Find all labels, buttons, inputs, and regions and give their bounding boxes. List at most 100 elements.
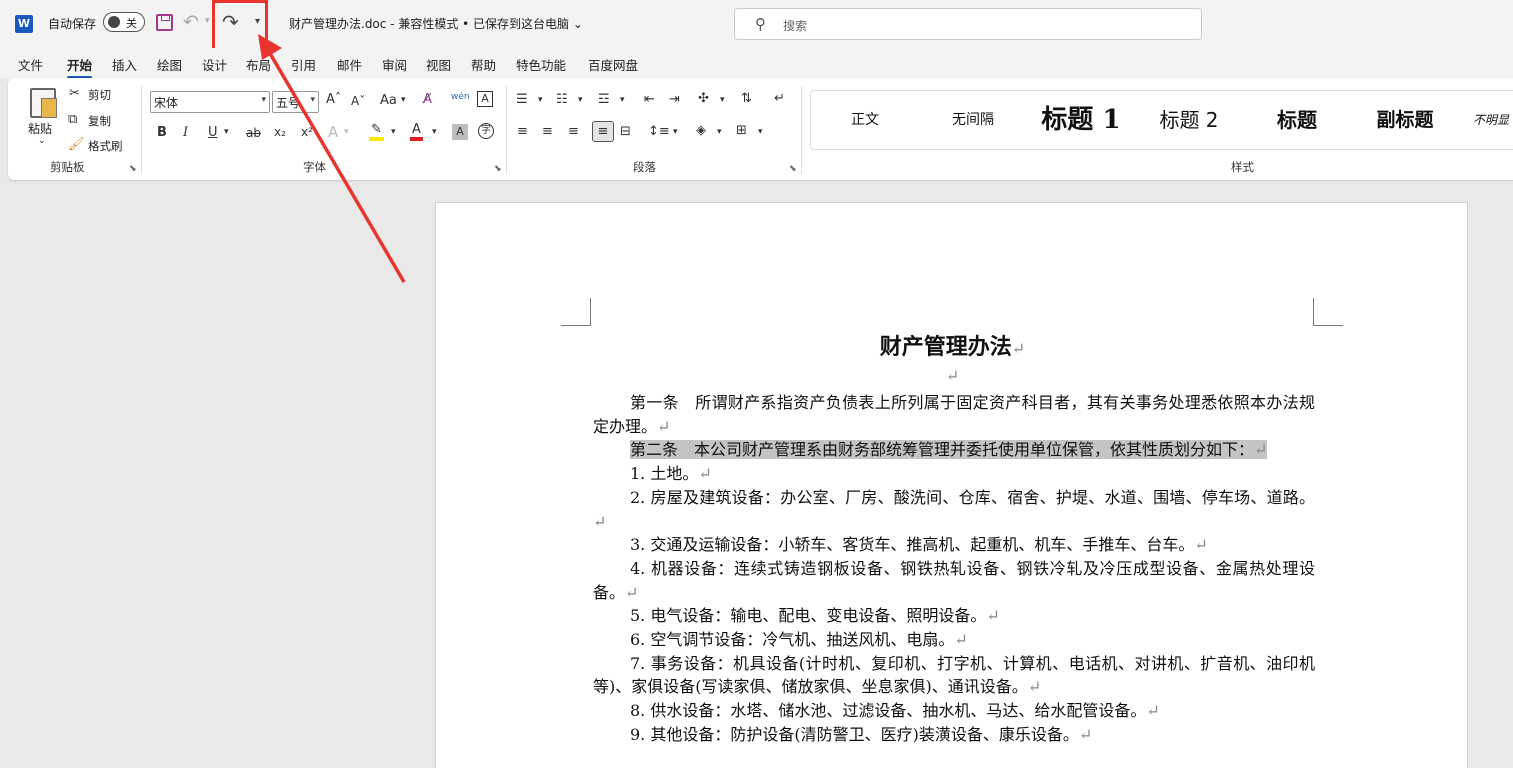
list-item[interactable]: 7. 事务设备：机具设备(计时机、复印机、打字机、计算机、电话机、对讲机、扩音机… xyxy=(593,652,1315,699)
chevron-down-icon[interactable]: ▾ xyxy=(758,127,763,137)
bullets-icon[interactable]: ☰ xyxy=(516,92,528,107)
grow-font-icon[interactable]: Aˆ xyxy=(326,92,341,107)
style-normal[interactable]: 正文 xyxy=(811,91,919,149)
tab-references[interactable]: 引用 xyxy=(291,55,316,74)
tab-insert[interactable]: 插入 xyxy=(112,55,137,74)
tab-home[interactable]: 开始 xyxy=(67,55,93,79)
line-spacing-icon[interactable]: ↕≡ xyxy=(648,124,670,139)
chevron-down-icon[interactable]: ▾ xyxy=(344,127,349,137)
show-marks-icon[interactable]: ↵ xyxy=(774,91,785,106)
borders-icon[interactable]: ⊞ xyxy=(736,123,747,138)
list-item[interactable]: 9. 其他设备：防护设备(清防警卫、医疗)装潢设备、康乐设备。↵ xyxy=(593,723,1315,747)
highlight-color-icon[interactable]: ✎ xyxy=(369,122,384,141)
tab-design[interactable]: 设计 xyxy=(202,55,227,74)
autosave-toggle[interactable]: 关 xyxy=(103,12,145,32)
chevron-down-icon[interactable]: ▾ xyxy=(538,95,543,105)
copy-icon[interactable]: ⧉ xyxy=(68,112,77,127)
chevron-down-icon[interactable]: ▾ xyxy=(720,95,725,105)
tab-review[interactable]: 审阅 xyxy=(382,55,407,74)
paragraph[interactable]: 第一条 所谓财产系指资产负债表上所列属于固定资产科目者，其有关事务处理悉依照本办… xyxy=(593,391,1315,438)
decrease-indent-icon[interactable]: ⇤ xyxy=(644,92,655,107)
paragraph-launcher-icon[interactable]: ⬊ xyxy=(789,164,797,174)
asian-layout-icon[interactable]: ✣ xyxy=(698,91,709,106)
character-border-icon[interactable]: A xyxy=(477,91,493,107)
numbering-icon[interactable]: ☷ xyxy=(556,92,568,107)
list-item[interactable]: 2. 房屋及建筑设备：办公室、厂房、酸洗间、仓库、宿舍、护堤、水道、围墙、停车场… xyxy=(593,486,1315,533)
chevron-down-icon[interactable]: ▾ xyxy=(432,127,437,137)
character-shading-icon[interactable]: A xyxy=(452,124,468,140)
font-name-select[interactable]: 宋体 ▾ xyxy=(150,91,270,113)
format-painter-icon[interactable]: 🖌 xyxy=(68,137,85,152)
tab-view[interactable]: 视图 xyxy=(426,55,451,74)
font-color-icon[interactable]: A xyxy=(410,122,423,141)
clipboard-launcher-icon[interactable]: ⬊ xyxy=(129,164,137,174)
paste-dropdown-icon[interactable]: ⌄ xyxy=(38,136,46,146)
style-no-spacing[interactable]: 无间隔 xyxy=(919,91,1027,149)
shading-icon[interactable]: ◈ xyxy=(696,123,706,138)
shrink-font-icon[interactable]: Aˇ xyxy=(351,94,365,108)
bold-icon[interactable]: B xyxy=(157,125,167,140)
tab-draw[interactable]: 绘图 xyxy=(157,55,182,74)
list-item[interactable]: 6. 空气调节设备：冷气机、抽送风机、电扇。↵ xyxy=(593,628,1315,652)
font-launcher-icon[interactable]: ⬊ xyxy=(494,164,502,174)
undo-icon[interactable]: ↶ xyxy=(183,11,199,33)
justify-icon[interactable]: ≡ xyxy=(592,121,614,142)
cut-icon[interactable]: ✂ xyxy=(69,86,80,101)
list-item[interactable]: 3. 交通及运输设备：小轿车、客货车、推高机、起重机、机车、手推车、台车。↵ xyxy=(593,533,1315,557)
multilevel-list-icon[interactable]: ☲ xyxy=(598,92,610,107)
tab-layout[interactable]: 布局 xyxy=(246,55,271,74)
style-heading-1[interactable]: 标题 1 xyxy=(1027,91,1135,149)
align-center-icon[interactable]: ≡ xyxy=(542,124,553,139)
tab-mailings[interactable]: 邮件 xyxy=(337,55,362,74)
format-painter-button[interactable]: 格式刷 xyxy=(88,138,123,154)
copy-button[interactable]: 复制 xyxy=(88,113,111,129)
chevron-down-icon[interactable]: ▾ xyxy=(224,127,229,137)
list-item[interactable]: 4. 机器设备：连续式铸造钢板设备、钢铁热轧设备、钢铁冷轧及冷压成型设备、金属热… xyxy=(593,557,1315,604)
document-heading[interactable]: 财产管理办法↵ ↵ xyxy=(436,329,1469,387)
enclose-characters-icon[interactable]: 字 xyxy=(478,123,494,139)
chevron-down-icon[interactable]: ▾ xyxy=(620,95,625,105)
document-title[interactable]: 财产管理办法.doc - 兼容性模式 • 已保存到这台电脑 ⌄ xyxy=(289,15,583,32)
chevron-down-icon[interactable]: ▾ xyxy=(401,95,406,105)
align-left-icon[interactable]: ≡ xyxy=(517,124,528,139)
sort-icon[interactable]: ⇅ xyxy=(741,91,752,106)
font-size-select[interactable]: 五号 ▾ xyxy=(272,91,319,113)
style-subtle-emphasis[interactable]: 不明显 xyxy=(1473,91,1513,149)
cut-button[interactable]: 剪切 xyxy=(88,87,111,103)
paste-button[interactable]: 粘贴 xyxy=(28,120,52,137)
underline-icon[interactable]: U xyxy=(208,125,218,140)
style-title[interactable]: 标题 xyxy=(1243,91,1351,149)
paragraph-highlighted[interactable]: 第二条 本公司财产管理系由财务部统筹管理并委托使用单位保管，依其性质划分如下：↵ xyxy=(593,438,1315,462)
chevron-down-icon[interactable]: ▾ xyxy=(578,95,583,105)
chevron-down-icon[interactable]: ▾ xyxy=(673,127,678,137)
tab-features[interactable]: 特色功能 xyxy=(516,55,566,74)
clear-formatting-icon[interactable]: A̸ xyxy=(423,92,432,107)
align-right-icon[interactable]: ≡ xyxy=(568,124,579,139)
list-item[interactable]: 1. 土地。↵ xyxy=(593,462,1315,486)
paste-icon[interactable] xyxy=(30,88,57,118)
subscript-icon[interactable]: x₂ xyxy=(274,125,286,139)
style-heading-2[interactable]: 标题 2 xyxy=(1135,91,1243,149)
change-case-icon[interactable]: Aa xyxy=(380,93,397,108)
list-item[interactable]: 8. 供水设备：水塔、储水池、过滤设备、抽水机、马达、给水配管设备。↵ xyxy=(593,699,1315,723)
document-page[interactable]: 财产管理办法↵ ↵ 第一条 所谓财产系指资产负债表上所列属于固定资产科目者，其有关… xyxy=(435,202,1468,768)
save-icon[interactable] xyxy=(156,14,173,31)
tab-help[interactable]: 帮助 xyxy=(471,55,496,74)
italic-icon[interactable]: I xyxy=(183,125,188,140)
phonetic-guide-icon[interactable]: wén xyxy=(451,92,470,102)
text-effects-icon[interactable]: A xyxy=(328,123,338,141)
distributed-icon[interactable]: ⊟ xyxy=(620,124,631,139)
document-body[interactable]: 第一条 所谓财产系指资产负债表上所列属于固定资产科目者，其有关事务处理悉依照本办… xyxy=(593,391,1315,747)
search-input[interactable]: ⚲ 搜索 xyxy=(734,8,1202,40)
tab-baidu-netdisk[interactable]: 百度网盘 xyxy=(588,55,638,74)
chevron-down-icon[interactable]: ▾ xyxy=(717,127,722,137)
undo-dropdown-icon[interactable]: ▾ xyxy=(205,16,210,26)
chevron-down-icon: ▾ xyxy=(310,95,315,105)
list-item[interactable]: 5. 电气设备：输电、配电、变电设备、照明设备。↵ xyxy=(593,604,1315,628)
strikethrough-icon[interactable]: ab xyxy=(246,126,261,140)
increase-indent-icon[interactable]: ⇥ xyxy=(669,92,680,107)
superscript-icon[interactable]: x² xyxy=(301,125,313,139)
chevron-down-icon[interactable]: ▾ xyxy=(391,127,396,137)
tab-file[interactable]: 文件 xyxy=(18,55,43,74)
style-subtitle[interactable]: 副标题 xyxy=(1351,91,1459,149)
